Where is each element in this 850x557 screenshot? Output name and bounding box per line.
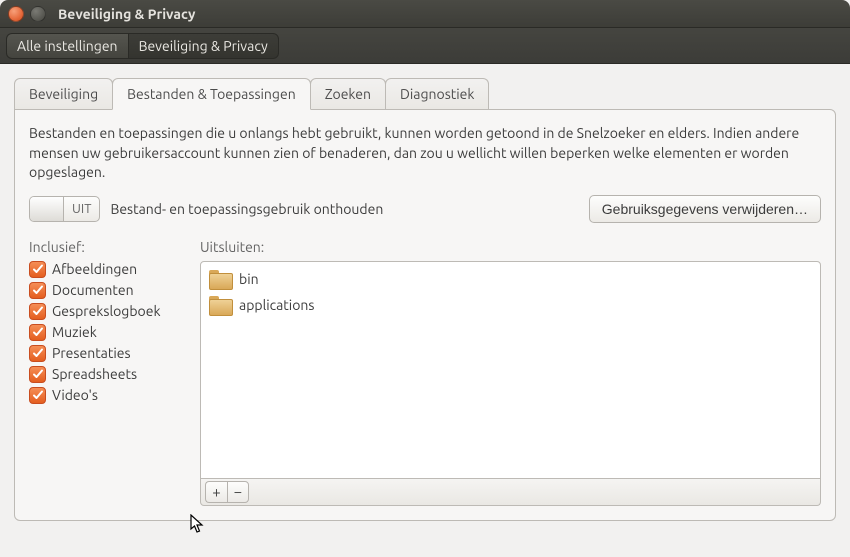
include-item-label: Video's	[52, 387, 98, 403]
toggle-state: UIT	[64, 202, 99, 216]
checkbox[interactable]	[29, 345, 46, 362]
checkbox[interactable]	[29, 324, 46, 341]
toolbar: Alle instellingen Beveiliging & Privacy	[0, 28, 850, 64]
include-item: Video's	[29, 387, 184, 404]
close-icon[interactable]	[8, 6, 24, 22]
include-item-label: Presentaties	[52, 345, 131, 361]
minimize-icon[interactable]	[30, 6, 46, 22]
folder-icon	[209, 270, 231, 288]
include-column: Inclusief: Afbeeldingen Documenten Gesprek…	[29, 239, 184, 506]
include-item: Gesprekslogboek	[29, 303, 184, 320]
description-text: Bestanden en toepassingen die u onlangs …	[29, 124, 821, 183]
checkbox[interactable]	[29, 261, 46, 278]
breadcrumb-all-settings[interactable]: Alle instellingen	[6, 33, 128, 59]
tab-pane: Bestanden en toepassingen die u onlangs …	[14, 109, 836, 521]
include-item: Presentaties	[29, 345, 184, 362]
toggle-description: Bestand- en toepassingsgebruik onthouden	[110, 201, 588, 217]
list-item-label: bin	[239, 271, 259, 287]
record-usage-toggle[interactable]: UIT	[29, 196, 100, 222]
checkbox[interactable]	[29, 282, 46, 299]
tab-security[interactable]: Beveiliging	[14, 78, 113, 109]
include-item-label: Gesprekslogboek	[52, 303, 161, 319]
folder-icon	[209, 296, 231, 314]
breadcrumb-current[interactable]: Beveiliging & Privacy	[128, 33, 279, 59]
clear-usage-button[interactable]: Gebruiksgegevens verwijderen…	[589, 195, 821, 223]
record-usage-row: UIT Bestand- en toepassingsgebruik ontho…	[29, 195, 821, 223]
include-item-label: Spreadsheets	[52, 366, 137, 382]
exclude-toolbar: + −	[200, 479, 821, 506]
include-item-label: Afbeeldingen	[52, 261, 137, 277]
tab-files-apps[interactable]: Bestanden & Toepassingen	[112, 78, 311, 110]
tab-diagnostic[interactable]: Diagnostiek	[385, 78, 490, 109]
include-item: Muziek	[29, 324, 184, 341]
content-area: Beveiliging Bestanden & Toepassingen Zoe…	[0, 64, 850, 535]
exclude-column: Uitsluiten: bin applications + −	[200, 239, 821, 506]
titlebar: Beveiliging & Privacy	[0, 0, 850, 28]
tab-bar: Beveiliging Bestanden & Toepassingen Zoe…	[14, 78, 836, 109]
include-label: Inclusief:	[29, 239, 184, 255]
add-button[interactable]: +	[205, 481, 227, 503]
remove-button[interactable]: −	[227, 481, 249, 503]
exclude-label: Uitsluiten:	[200, 239, 821, 255]
window-title: Beveiliging & Privacy	[58, 6, 195, 22]
include-item-label: Documenten	[52, 282, 134, 298]
list-item[interactable]: applications	[205, 292, 816, 318]
breadcrumb: Alle instellingen Beveiliging & Privacy	[6, 33, 279, 59]
include-item-label: Muziek	[52, 324, 97, 340]
checkbox[interactable]	[29, 387, 46, 404]
include-item: Spreadsheets	[29, 366, 184, 383]
include-item: Afbeeldingen	[29, 261, 184, 278]
checkbox[interactable]	[29, 366, 46, 383]
toggle-knob	[30, 197, 64, 221]
list-item[interactable]: bin	[205, 266, 816, 292]
tab-search[interactable]: Zoeken	[310, 78, 386, 109]
exclude-listbox[interactable]: bin applications	[200, 261, 821, 479]
checkbox[interactable]	[29, 303, 46, 320]
list-item-label: applications	[239, 297, 314, 313]
include-item: Documenten	[29, 282, 184, 299]
